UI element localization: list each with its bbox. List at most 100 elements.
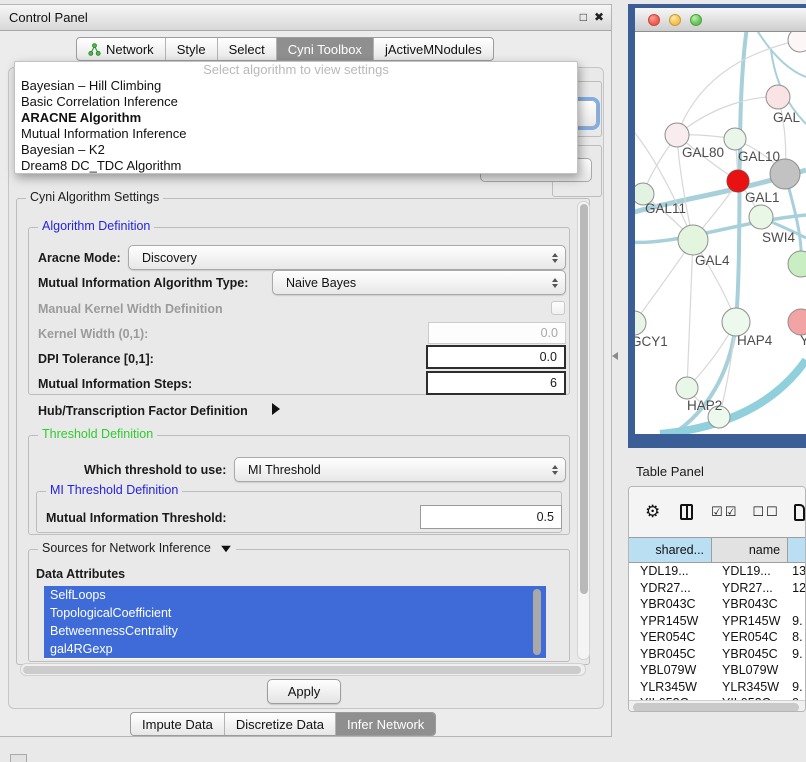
node-label: GAL11 xyxy=(645,201,686,216)
table-row[interactable]: YDL19...YDL19...13 xyxy=(629,563,805,580)
table-panel-title: Table Panel xyxy=(636,464,704,479)
node-label: HAP4 xyxy=(737,333,773,348)
attribute-item-selected[interactable]: SelfLoops xyxy=(44,586,546,604)
tab-infer-network[interactable]: Infer Network xyxy=(336,713,435,735)
kernel-width-field[interactable]: 0.0 xyxy=(428,322,566,344)
columns-icon[interactable] xyxy=(680,504,693,520)
network-canvas[interactable]: GAL80 GAL GAL10 GAL1 GAL11 SWI4 GAL4 GCY… xyxy=(635,32,806,434)
table-row[interactable]: YBR045CYBR045C9. xyxy=(629,646,805,663)
unchecked-checkboxes-icon[interactable]: ☐☐ xyxy=(752,504,779,520)
mi-threshold-definition-title: MI Threshold Definition xyxy=(46,483,182,497)
dropdown-item[interactable]: Dream8 DC_TDC Algorithm xyxy=(15,158,577,174)
attributes-list-scrollbar-thumb[interactable] xyxy=(533,589,541,655)
attribute-item-selected[interactable]: BetweennessCentrality xyxy=(44,622,546,640)
settings-horizontal-scrollbar-thumb[interactable] xyxy=(23,666,581,674)
algorithm-dropdown-popup: Select algorithm to view settings Bayesi… xyxy=(14,61,578,174)
aracne-mode-value: Discovery xyxy=(142,251,197,265)
network-view-window: GAL80 GAL GAL10 GAL1 GAL11 SWI4 GAL4 GCY… xyxy=(628,4,806,448)
network-node-gal1[interactable] xyxy=(727,170,749,192)
network-node-labels: GAL80 GAL GAL10 GAL1 GAL11 SWI4 GAL4 GCY… xyxy=(635,110,806,413)
aracne-mode-combo[interactable]: Discovery xyxy=(128,245,566,270)
close-window-icon[interactable]: ✖ xyxy=(594,10,604,24)
network-node-swi4[interactable] xyxy=(749,205,773,229)
tab-network[interactable]: Network xyxy=(77,38,166,60)
which-threshold-value: MI Threshold xyxy=(248,463,321,477)
dropdown-item[interactable]: Bayesian – Hill Climbing xyxy=(15,78,577,94)
network-edge xyxy=(677,97,778,135)
tab-cyni-toolbox[interactable]: Cyni Toolbox xyxy=(277,38,374,60)
dropdown-item[interactable]: Mutual Information Inference xyxy=(15,126,577,142)
dropdown-placeholder: Select algorithm to view settings xyxy=(15,62,577,78)
which-threshold-label: Which threshold to use: xyxy=(84,463,226,477)
float-window-icon[interactable]: □ xyxy=(580,10,587,24)
table-panel: ⚙ ☑☑ ☐☐ shared... name YDL19...YDL19...1… xyxy=(628,486,806,712)
table-row[interactable]: YPR145WYPR145W9. xyxy=(629,613,805,630)
data-attributes-list: SelfLoops TopologicalCoefficient Between… xyxy=(44,586,546,659)
table-body: YDL19...YDL19...13 YDR27...YDR27...12 YB… xyxy=(629,563,805,700)
attribute-item-selected[interactable]: TopologicalCoefficient xyxy=(44,604,546,622)
network-node-gal80[interactable] xyxy=(665,123,689,147)
network-node-gal10[interactable] xyxy=(724,128,746,150)
mi-threshold-field[interactable]: 0.5 xyxy=(420,505,562,529)
sources-title: Sources for Network Inference xyxy=(38,541,236,555)
tab-network-label: Network xyxy=(106,42,154,57)
zoom-traffic-light-icon[interactable] xyxy=(690,14,702,26)
close-traffic-light-icon[interactable] xyxy=(648,14,660,26)
table-row[interactable]: YER054CYER054C8. xyxy=(629,629,805,646)
network-node-gal4[interactable] xyxy=(678,225,708,255)
node-label: GAL10 xyxy=(738,149,780,164)
settings-vertical-scrollbar-thumb[interactable] xyxy=(580,204,588,594)
mi-steps-field[interactable]: 6 xyxy=(426,371,566,395)
cyni-algorithm-settings-title: Cyni Algorithm Settings xyxy=(26,190,163,204)
threshold-definition-title: Threshold Definition xyxy=(38,427,157,441)
tab-jactivemnodules[interactable]: jActiveMNodules xyxy=(374,38,493,60)
table-row[interactable]: YBR043CYBR043C xyxy=(629,596,805,613)
network-node-hap2[interactable] xyxy=(676,377,698,399)
column-header-shared-name[interactable]: shared... xyxy=(629,538,712,562)
table-row[interactable]: YLR345WYLR345W9. xyxy=(629,679,805,696)
network-node-green[interactable] xyxy=(788,251,806,277)
stepper-icon xyxy=(552,278,558,288)
settings-horizontal-scrollbar[interactable] xyxy=(20,663,586,676)
network-node-y[interactable] xyxy=(788,309,806,335)
tab-discretize-data[interactable]: Discretize Data xyxy=(225,713,336,735)
network-node-hap4[interactable] xyxy=(722,308,750,336)
table-header-row: shared... name xyxy=(629,537,805,563)
dock-grip[interactable] xyxy=(10,754,27,762)
dropdown-item[interactable]: Bayesian – K2 xyxy=(15,142,577,158)
manual-kernel-width-checkbox[interactable] xyxy=(551,301,565,315)
kernel-width-label: Kernel Width (0,1): xyxy=(38,327,148,341)
sources-collapse-arrow-icon[interactable] xyxy=(222,546,232,552)
dpi-tolerance-field[interactable]: 0.0 xyxy=(426,345,566,369)
checked-checkboxes-icon[interactable]: ☑☑ xyxy=(711,504,738,520)
dropdown-item[interactable]: Basic Correlation Inference xyxy=(15,94,577,110)
manual-kernel-width-label: Manual Kernel Width Definition xyxy=(38,302,223,316)
tab-select[interactable]: Select xyxy=(218,38,277,60)
attribute-item-selected[interactable]: gal4RGexp xyxy=(44,640,546,658)
network-icon xyxy=(88,43,101,56)
table-horizontal-scrollbar-thumb[interactable] xyxy=(633,703,799,712)
network-node-gal[interactable] xyxy=(766,85,790,109)
network-node-gcy1[interactable] xyxy=(635,311,646,335)
apply-button[interactable]: Apply xyxy=(267,679,341,704)
which-threshold-combo[interactable]: MI Threshold xyxy=(234,457,566,482)
table-horizontal-scrollbar[interactable] xyxy=(629,700,805,712)
column-header-name[interactable]: name xyxy=(712,538,788,562)
dropdown-item-highlighted[interactable]: ARACNE Algorithm xyxy=(15,110,577,126)
minimize-traffic-light-icon[interactable] xyxy=(669,14,681,26)
tab-impute-data[interactable]: Impute Data xyxy=(131,713,225,735)
hub-expand-arrow-icon[interactable] xyxy=(272,403,280,415)
table-row[interactable]: YBL079WYBL079W xyxy=(629,662,805,679)
algorithm-definition-title: Algorithm Definition xyxy=(38,219,154,233)
tab-style[interactable]: Style xyxy=(166,38,218,60)
settings-vertical-scrollbar[interactable] xyxy=(577,201,590,660)
data-attributes-label: Data Attributes xyxy=(36,567,125,581)
table-row[interactable]: YDR27...YDR27...12 xyxy=(629,580,805,597)
document-icon[interactable] xyxy=(794,504,805,521)
mi-algorithm-type-combo[interactable]: Naive Bayes xyxy=(272,270,566,295)
column-header-partial[interactable] xyxy=(788,538,805,562)
node-label: GAL1 xyxy=(745,190,780,205)
network-node[interactable] xyxy=(788,32,806,52)
gear-icon[interactable]: ⚙ xyxy=(645,502,660,522)
splitpane-collapse-arrow-icon[interactable] xyxy=(612,352,618,360)
